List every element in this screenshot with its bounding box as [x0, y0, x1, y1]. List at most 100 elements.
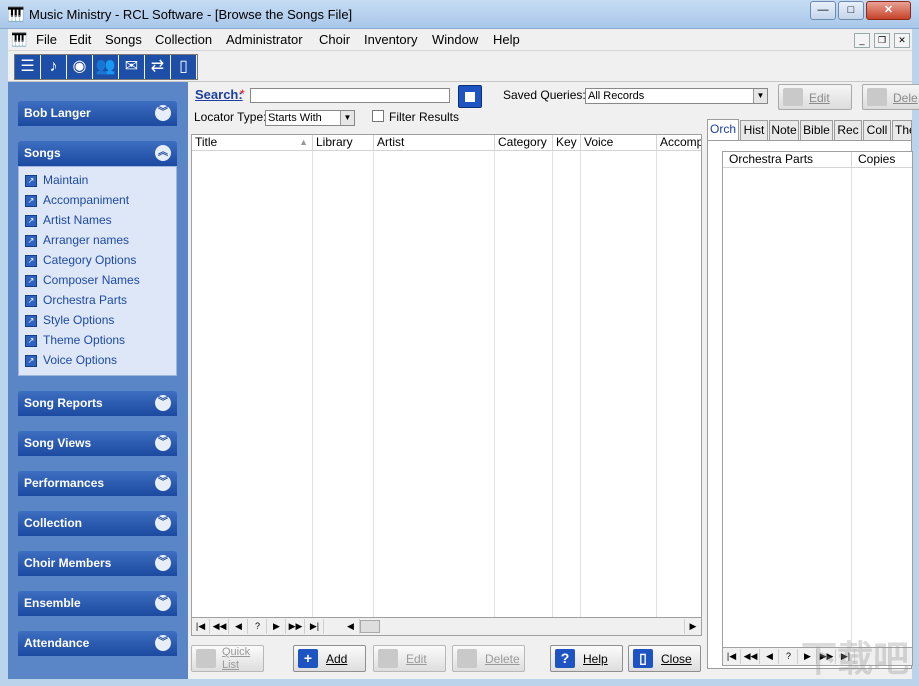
dropdown-arrow-icon[interactable]: ▼: [340, 111, 354, 125]
filter-results-checkbox[interactable]: [372, 110, 384, 122]
column-header-category[interactable]: Category: [495, 135, 553, 151]
sidebar-item-category-options[interactable]: ↗ Category Options: [25, 253, 136, 269]
search-input[interactable]: [250, 88, 450, 103]
find-record-button[interactable]: ?: [249, 619, 267, 634]
close-window-button[interactable]: ✕: [866, 1, 911, 20]
sidebar-item-theme-options[interactable]: ↗ Theme Options: [25, 333, 125, 349]
menu-administrator[interactable]: Administrator: [226, 32, 303, 47]
chevron-down-icon[interactable]: ︾: [155, 595, 171, 611]
menu-songs[interactable]: Songs: [105, 32, 142, 47]
menu-inventory[interactable]: Inventory: [364, 32, 417, 47]
last-record-button[interactable]: ▶|: [306, 619, 324, 634]
column-header-title[interactable]: Title ▲: [192, 135, 313, 151]
list-icon: [196, 649, 216, 668]
column-header-voice[interactable]: Voice: [581, 135, 657, 151]
search-stop-button[interactable]: [458, 85, 482, 108]
sidebar-user-header[interactable]: Bob Langer ︾: [18, 101, 177, 126]
tab-orch[interactable]: Orch: [707, 119, 739, 141]
sidebar-item-orchestra-parts[interactable]: ↗ Orchestra Parts: [25, 293, 127, 309]
chevron-down-icon[interactable]: ︾: [155, 435, 171, 451]
first-record-button[interactable]: |◀: [723, 649, 741, 664]
menu-collection[interactable]: Collection: [155, 32, 212, 47]
delete-button[interactable]: Delete: [452, 645, 525, 672]
add-button[interactable]: + Add: [293, 645, 366, 672]
chevron-down-icon[interactable]: ︾: [155, 395, 171, 411]
horizontal-scrollbar-thumb[interactable]: [360, 620, 380, 633]
chevron-up-icon[interactable]: ︽: [155, 145, 171, 161]
sidebar-group-ensemble[interactable]: Ensemble ︾: [18, 591, 177, 616]
transfer-icon[interactable]: ⇄: [145, 55, 171, 79]
music-note-icon[interactable]: ♪: [41, 55, 67, 79]
tab-bible[interactable]: Bible: [800, 120, 833, 140]
chevron-down-icon[interactable]: ︾: [155, 555, 171, 571]
help-button[interactable]: ? Help: [550, 645, 623, 672]
column-header-accompaniment[interactable]: Accompa: [657, 135, 701, 151]
locator-type-select[interactable]: Starts With ▼: [265, 110, 355, 126]
sidebar-group-collection[interactable]: Collection ︾: [18, 511, 177, 536]
sidebar-item-maintain[interactable]: ↗ Maintain: [25, 173, 88, 189]
previous-record-button[interactable]: ◀: [761, 649, 779, 664]
sidebar-group-songs[interactable]: Songs ︽: [18, 141, 177, 166]
app-menu-icon[interactable]: 🎹: [11, 32, 27, 48]
tab-coll[interactable]: Coll: [863, 120, 891, 140]
edit-button[interactable]: Edit: [373, 645, 446, 672]
saved-queries-select[interactable]: All Records ▼: [585, 88, 768, 104]
tab-note[interactable]: Note: [769, 120, 799, 140]
mdi-minimize-button[interactable]: _: [854, 33, 870, 48]
delete-query-button[interactable]: Dele: [862, 84, 919, 110]
orchestra-parts-grid[interactable]: Orchestra Parts Copies |◀ ◀◀ ◀ ? ▶ ▶▶ ▶|: [722, 151, 913, 666]
tab-rec[interactable]: Rec: [834, 120, 862, 140]
sidebar-item-voice-options[interactable]: ↗ Voice Options: [25, 353, 117, 369]
column-header-artist[interactable]: Artist: [374, 135, 495, 151]
chevron-down-icon[interactable]: ︾: [155, 475, 171, 491]
minimize-button[interactable]: —: [810, 1, 836, 20]
dropdown-arrow-icon[interactable]: ▼: [753, 89, 767, 103]
menu-help[interactable]: Help: [493, 32, 520, 47]
sidebar-group-choir-members[interactable]: Choir Members ︾: [18, 551, 177, 576]
column-header-library[interactable]: Library: [313, 135, 374, 151]
previous-record-button[interactable]: ◀: [230, 619, 248, 634]
menu-choir[interactable]: Choir: [319, 32, 350, 47]
scroll-right-button[interactable]: ▶: [684, 619, 701, 634]
menu-file[interactable]: File: [36, 32, 57, 47]
sidebar-item-arranger-names[interactable]: ↗ Arranger names: [25, 233, 129, 249]
column-header-copies[interactable]: Copies: [852, 152, 912, 168]
column-header-orchestra-parts[interactable]: Orchestra Parts: [723, 152, 852, 168]
songs-grid[interactable]: Title ▲ Library Artist Category Key Voice…: [191, 134, 702, 636]
list-icon[interactable]: ☰: [15, 55, 41, 79]
sidebar-group-attendance[interactable]: Attendance ︾: [18, 631, 177, 656]
menu-edit[interactable]: Edit: [69, 32, 91, 47]
sidebar-group-performances[interactable]: Performances ︾: [18, 471, 177, 496]
sidebar-item-accompaniment[interactable]: ↗ Accompaniment: [25, 193, 129, 209]
chevron-down-icon[interactable]: ︾: [155, 105, 171, 121]
sidebar-group-song-reports[interactable]: Song Reports ︾: [18, 391, 177, 416]
scroll-left-button[interactable]: ◀: [342, 619, 360, 634]
envelope-icon[interactable]: ✉: [119, 55, 145, 79]
close-button[interactable]: ▯ Close: [628, 645, 701, 672]
door-icon[interactable]: ▯: [171, 55, 197, 79]
first-record-button[interactable]: |◀: [192, 619, 210, 634]
chevron-down-icon[interactable]: ︾: [155, 515, 171, 531]
sidebar-item-composer-names[interactable]: ↗ Composer Names: [25, 273, 140, 289]
people-icon[interactable]: 👥: [93, 55, 119, 79]
maximize-button[interactable]: □: [838, 1, 864, 20]
sidebar-item-artist-names[interactable]: ↗ Artist Names: [25, 213, 112, 229]
menu-window[interactable]: Window: [432, 32, 478, 47]
quick-list-button[interactable]: Quick List: [191, 645, 264, 672]
mdi-restore-button[interactable]: ❐: [874, 33, 890, 48]
tab-theme[interactable]: The: [892, 120, 912, 140]
disc-icon[interactable]: ◉: [67, 55, 93, 79]
next-record-button[interactable]: ▶: [268, 619, 286, 634]
chevron-down-icon[interactable]: ︾: [155, 635, 171, 651]
mdi-close-button[interactable]: ✕: [894, 33, 910, 48]
page-back-button[interactable]: ◀◀: [211, 619, 229, 634]
page-forward-button[interactable]: ▶▶: [287, 619, 305, 634]
sidebar-item-style-options[interactable]: ↗ Style Options: [25, 313, 114, 329]
page-back-button[interactable]: ◀◀: [742, 649, 760, 664]
sidebar-group-song-views[interactable]: Song Views ︾: [18, 431, 177, 456]
window-title: Music Ministry - RCL Software - [Browse …: [29, 7, 353, 22]
tab-hist[interactable]: Hist: [740, 120, 768, 140]
edit-query-button[interactable]: Edit: [778, 84, 852, 110]
find-record-button[interactable]: ?: [780, 649, 798, 664]
column-header-key[interactable]: Key: [553, 135, 581, 151]
